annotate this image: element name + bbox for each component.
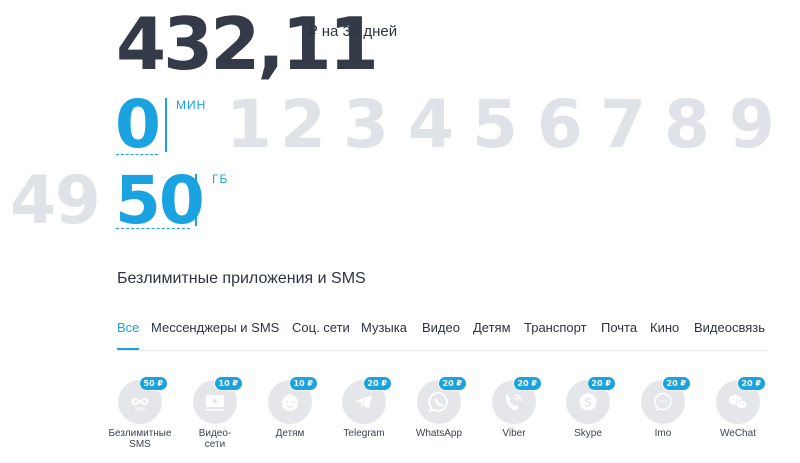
tab-all[interactable]: Все	[117, 320, 139, 335]
minutes-option[interactable]: 8	[664, 92, 710, 158]
app-price-badge: 20 ₽	[736, 376, 766, 391]
minutes-option[interactable]: 6	[537, 92, 583, 158]
app-price-badge: 20 ₽	[437, 376, 467, 391]
app-label: Безлимитные SMS	[108, 428, 172, 450]
minutes-unit: МИН	[176, 98, 207, 112]
gigabytes-cursor	[195, 174, 197, 226]
skype-icon: S	[579, 393, 597, 411]
app-viber[interactable]: 20 ₽ Viber	[474, 376, 554, 439]
app-icon-wrap: 20 ₽	[342, 376, 392, 424]
app-price-badge: 10 ₽	[288, 376, 318, 391]
app-label: Детям	[275, 428, 305, 439]
tab-videocall[interactable]: Видеосвязь	[694, 320, 765, 335]
app-label: Видео- сети	[198, 428, 232, 450]
app-price-badge: 20 ₽	[586, 376, 616, 391]
gigabytes-underline	[116, 228, 190, 229]
tab-mail[interactable]: Почта	[601, 320, 637, 335]
wechat-icon	[729, 394, 748, 410]
app-icon-wrap: 20 ₽	[716, 376, 766, 424]
app-icon-wrap: 10 ₽	[268, 376, 318, 424]
app-price-badge: 20 ₽	[362, 376, 392, 391]
tab-video[interactable]: Видео	[422, 320, 460, 335]
video-player-icon	[206, 395, 224, 411]
app-icon-wrap: SMS 50 ₽	[118, 376, 168, 424]
tab-kids[interactable]: Детям	[473, 320, 511, 335]
tab-music[interactable]: Музыка	[361, 320, 407, 335]
telegram-icon	[355, 395, 372, 409]
app-label: WhatsApp	[415, 428, 463, 439]
gigabytes-unit: ГБ	[212, 172, 229, 186]
section-title: Безлимитные приложения и SMS	[117, 270, 366, 287]
tariff-price: 432,11	[116, 2, 379, 86]
whatsapp-icon	[427, 392, 448, 414]
app-label: WeChat	[720, 428, 756, 439]
tab-cinema[interactable]: Кино	[650, 320, 679, 335]
tab-messengers[interactable]: Мессенджеры и SMS	[151, 320, 279, 335]
app-price-badge: 10 ₽	[213, 376, 243, 391]
minutes-option[interactable]: 5	[472, 92, 518, 158]
tariff-price-period: ₽ на 30 дней	[308, 23, 398, 40]
app-icon-wrap: S 20 ₽	[566, 376, 616, 424]
minutes-option[interactable]: 3	[343, 92, 389, 158]
minutes-option[interactable]: 4	[408, 92, 454, 158]
app-price-badge: 20 ₽	[661, 376, 691, 391]
app-imo[interactable]: imo 20 ₽ Imo	[623, 376, 703, 439]
minutes-option[interactable]: 7	[600, 92, 646, 158]
minutes-option[interactable]: 9	[729, 92, 775, 158]
app-label: Telegram	[343, 428, 385, 439]
app-icon-wrap: 20 ₽	[417, 376, 467, 424]
app-whatsapp[interactable]: 20 ₽ WhatsApp	[399, 376, 479, 439]
app-skype[interactable]: S 20 ₽ Skype	[548, 376, 628, 439]
app-unlimited-sms[interactable]: SMS 50 ₽ Безлимитные SMS	[100, 376, 180, 450]
gigabytes-value: 50	[115, 162, 205, 239]
app-video-networks[interactable]: 10 ₽ Видео- сети	[175, 376, 255, 450]
app-price-badge: 50 ₽	[138, 376, 168, 391]
app-label: Viber	[502, 428, 526, 439]
viber-icon	[506, 394, 522, 410]
minutes-cursor	[165, 98, 167, 152]
app-wechat[interactable]: 20 ₽ WeChat	[698, 376, 778, 439]
minutes-option[interactable]: 2	[280, 92, 326, 158]
minutes-option[interactable]: 1	[226, 92, 272, 158]
minutes-underline	[116, 154, 158, 155]
infinity-sms-icon: SMS	[131, 397, 149, 413]
minutes-value: 0	[115, 86, 161, 163]
tabs-divider	[117, 350, 767, 351]
tab-transport[interactable]: Транспорт	[524, 320, 587, 335]
app-icon-wrap: 10 ₽	[193, 376, 243, 424]
app-label: Imo	[654, 428, 672, 439]
app-price-badge: 20 ₽	[512, 376, 542, 391]
app-icon-wrap: imo 20 ₽	[641, 376, 691, 424]
app-icon-wrap: 20 ₽	[492, 376, 542, 424]
app-kids[interactable]: 10 ₽ Детям	[250, 376, 330, 439]
svg-text:SMS: SMS	[135, 407, 146, 413]
app-label: Skype	[574, 428, 602, 439]
svg-text:S: S	[584, 396, 593, 410]
app-telegram[interactable]: 20 ₽ Telegram	[324, 376, 404, 439]
imo-icon: imo	[654, 392, 672, 411]
gigabytes-option[interactable]: 49	[10, 168, 101, 234]
svg-text:imo: imo	[658, 400, 667, 406]
tab-social[interactable]: Соц. сети	[292, 320, 350, 335]
baby-face-icon	[282, 393, 298, 411]
